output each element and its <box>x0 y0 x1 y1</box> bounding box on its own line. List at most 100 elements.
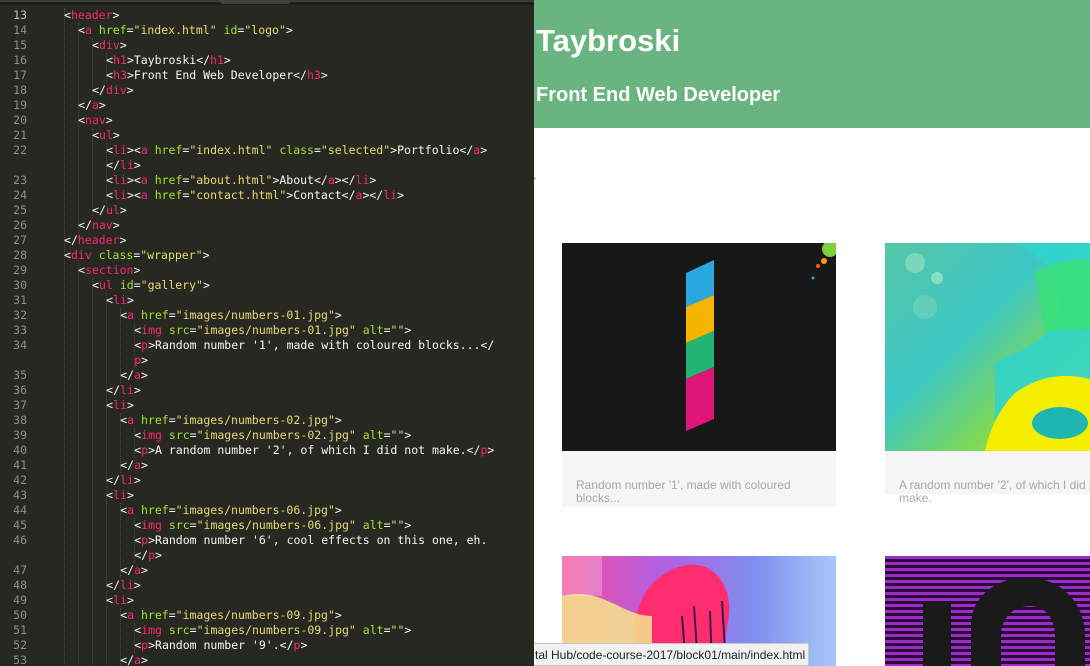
code-token: href <box>154 143 183 157</box>
code-line[interactable]: <h1>Taybroski</h1> <box>106 53 231 68</box>
site-logo-title[interactable]: Taybroski <box>536 17 680 65</box>
code-line[interactable]: <div> <box>92 38 127 53</box>
code-editor-pane[interactable]: 13 14 15 16 17 18 19 20 21 22 23 24 25 26 27 28 29 30 31 32… <box>0 0 534 666</box>
gallery-item[interactable]: A random number '2', of which I did not … <box>885 243 1090 505</box>
code-line[interactable]: <header> <box>64 8 119 23</box>
code-token: </ <box>64 233 78 247</box>
code-line[interactable]: <section> <box>78 263 140 278</box>
code-line[interactable]: <li> <box>106 293 134 308</box>
code-token: > <box>126 83 134 97</box>
code-line[interactable]: </li> <box>106 473 141 488</box>
gallery-thumbnail[interactable] <box>562 243 836 451</box>
code-line[interactable]: <img src="images/numbers-02.jpg" alt=""> <box>134 428 411 443</box>
code-token: </ <box>120 458 135 472</box>
code-token: li <box>120 578 134 592</box>
code-line[interactable]: <a href="images/numbers-06.jpg"> <box>120 503 342 518</box>
code-line[interactable]: </p> <box>134 548 162 563</box>
code-line[interactable]: </a> <box>120 653 148 666</box>
code-token: > <box>140 563 148 577</box>
code-token: > <box>404 428 412 442</box>
code-line[interactable]: <p>A random number '2', of which I did n… <box>134 443 494 458</box>
code-line[interactable]: </a> <box>120 563 148 578</box>
code-token: img <box>141 323 162 337</box>
number-2-image <box>905 243 1090 451</box>
code-line[interactable]: <li> <box>106 593 134 608</box>
code-line[interactable]: <a href="images/numbers-02.jpg"> <box>120 413 342 428</box>
code-line[interactable]: </a> <box>120 368 148 383</box>
line-number: 42 <box>13 473 27 487</box>
code-line[interactable]: <p>Random number '6', cool effects on th… <box>134 533 487 548</box>
code-line[interactable]: <li><a href="about.html">About</a></li> <box>106 173 376 188</box>
code-token: = <box>383 428 391 442</box>
code-token: > <box>334 503 342 517</box>
line-number: 44 <box>13 503 27 517</box>
code-line[interactable]: </a> <box>120 458 148 473</box>
gallery-thumbnail[interactable] <box>885 556 1090 666</box>
editor-tab-handle[interactable] <box>220 0 290 4</box>
code-token: li <box>113 173 127 187</box>
code-line[interactable]: <a href="images/numbers-01.jpg"> <box>120 308 342 323</box>
code-line[interactable]: <div class="wrapper"> <box>64 248 209 263</box>
gallery-caption: Random number '1', made with coloured bl… <box>576 478 791 505</box>
code-token: > <box>369 173 377 187</box>
code-line[interactable]: </nav> <box>78 218 120 233</box>
site-subtitle[interactable]: Front End Web Developer <box>536 80 780 110</box>
code-token: src <box>168 323 190 337</box>
code-token: p <box>148 548 156 562</box>
code-line[interactable]: <h3>Front End Web Developer</h3> <box>106 68 328 83</box>
code-line[interactable]: </header> <box>64 233 126 248</box>
code-line[interactable]: </li> <box>106 383 141 398</box>
code-token: src <box>168 623 190 637</box>
code-line[interactable]: <ul id="gallery"> <box>92 278 210 293</box>
code-token: > <box>285 23 293 37</box>
code-line[interactable]: p> <box>134 353 148 368</box>
code-line[interactable]: </div> <box>92 83 134 98</box>
code-token: > <box>140 653 148 666</box>
code-line[interactable]: </li> <box>106 578 141 593</box>
code-token: section <box>85 263 134 277</box>
line-number: 15 <box>13 38 27 52</box>
code-token: >Portfolio</ <box>390 143 474 157</box>
line-number: 46 <box>13 533 27 547</box>
code-token: a <box>134 653 141 666</box>
code-line[interactable]: <li> <box>106 398 134 413</box>
code-token: > <box>112 218 120 232</box>
line-number: 34 <box>13 338 27 352</box>
code-line[interactable]: <img src="images/numbers-09.jpg" alt=""> <box>134 623 411 638</box>
line-number: 49 <box>13 593 27 607</box>
code-line[interactable]: </ul> <box>92 203 127 218</box>
code-line[interactable]: <img src="images/numbers-01.jpg" alt=""> <box>134 323 411 338</box>
code-token: = <box>189 428 197 442</box>
gallery-item[interactable] <box>885 556 1090 666</box>
gallery-thumbnail[interactable] <box>885 243 1090 451</box>
code-token: li <box>120 383 134 397</box>
code-line[interactable]: <li> <box>106 488 134 503</box>
code-token: = <box>168 608 176 622</box>
code-line[interactable]: <p>Random number '1', made with coloured… <box>134 338 494 353</box>
code-line[interactable]: <li><a href="contact.html">Contact</a></… <box>106 188 404 203</box>
code-line[interactable]: </a> <box>78 98 106 113</box>
line-number: 38 <box>13 413 27 427</box>
code-line[interactable]: <ul> <box>92 128 120 143</box>
code-line[interactable]: </li> <box>106 158 141 173</box>
code-token: > <box>320 68 328 82</box>
code-line[interactable]: <li><a href="index.html" class="selected… <box>106 143 487 158</box>
line-number: 33 <box>13 323 27 337</box>
code-token: < <box>64 8 71 22</box>
gallery-item[interactable]: Random number '1', made with coloured bl… <box>562 243 836 507</box>
code-line[interactable]: <a href="images/numbers-09.jpg"> <box>120 608 342 623</box>
code-token: div <box>70 248 92 262</box>
code-token: > <box>404 623 412 637</box>
code-token: li <box>113 398 127 412</box>
code-token: ul <box>99 128 113 142</box>
code-token: nav <box>85 113 106 127</box>
code-line[interactable]: <nav> <box>78 113 113 128</box>
code-token: = <box>189 623 197 637</box>
code-token: > <box>112 8 120 22</box>
line-number: 35 <box>13 368 27 382</box>
line-number: 25 <box>13 203 27 217</box>
code-line[interactable]: <a href="index.html" id="logo"> <box>78 23 293 38</box>
code-token: ></ <box>334 173 356 187</box>
code-line[interactable]: <p>Random number '9'.</p> <box>134 638 307 653</box>
code-line[interactable]: <img src="images/numbers-06.jpg" alt=""> <box>134 518 411 533</box>
